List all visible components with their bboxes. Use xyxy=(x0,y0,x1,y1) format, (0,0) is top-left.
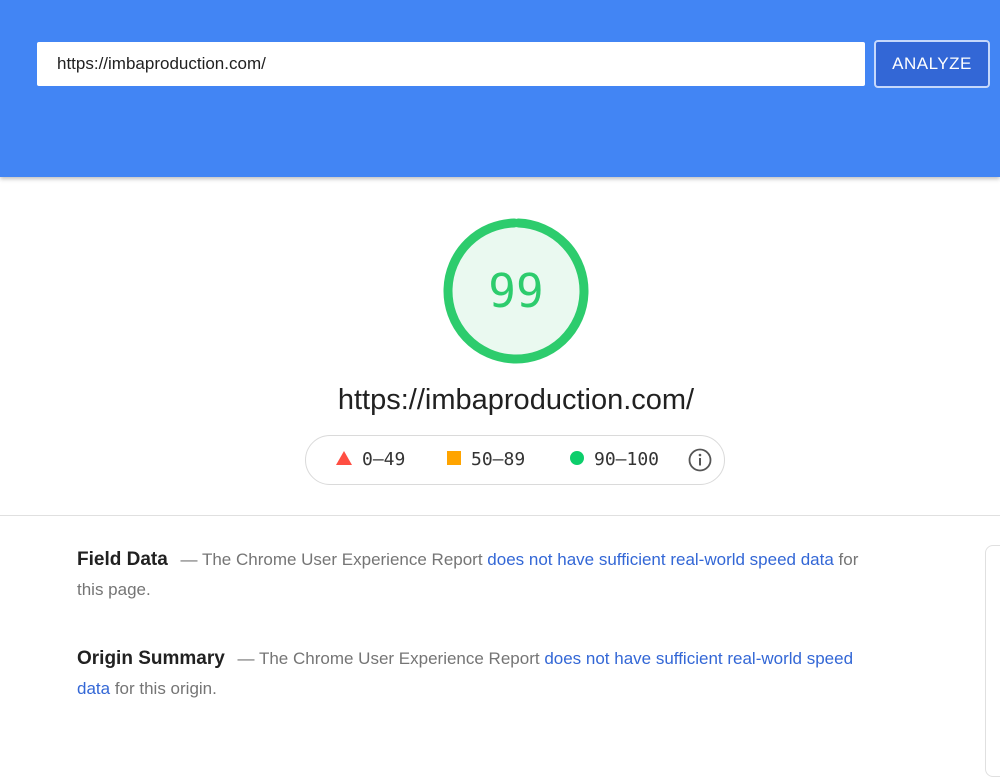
origin-summary-text: — The Chrome User Experience Report xyxy=(232,649,545,668)
legend-item-fail: 0–49 xyxy=(336,436,405,484)
analyze-button[interactable]: ANALYZE xyxy=(874,40,990,88)
url-input[interactable] xyxy=(37,42,865,86)
field-data-section: Field Data — The Chrome User Experience … xyxy=(77,545,877,605)
score-legend: 0–49 50–89 90–100 xyxy=(305,435,725,485)
legend-label-pass: 90–100 xyxy=(594,449,660,470)
score-gauge: 99 xyxy=(440,215,592,367)
legend-item-pass: 90–100 xyxy=(570,436,659,484)
legend-label-average: 50–89 xyxy=(471,449,526,470)
origin-summary-text-end: for this origin. xyxy=(110,679,217,698)
field-data-link[interactable]: does not have sufficient real-world spee… xyxy=(487,550,834,569)
circle-icon xyxy=(570,451,584,465)
square-icon xyxy=(447,451,461,465)
info-icon[interactable] xyxy=(688,448,712,472)
origin-summary-title: Origin Summary xyxy=(77,648,225,669)
side-panel-card xyxy=(985,545,1000,777)
legend-label-fail: 0–49 xyxy=(362,449,406,470)
legend-item-average: 50–89 xyxy=(447,436,525,484)
top-header-bar: ANALYZE xyxy=(0,0,1000,177)
field-data-text: — The Chrome User Experience Report xyxy=(175,550,488,569)
triangle-icon xyxy=(336,451,352,465)
analyzed-url: https://imbaproduction.com/ xyxy=(337,384,695,416)
performance-score: 99 xyxy=(488,264,544,318)
section-divider xyxy=(0,515,1000,516)
origin-summary-section: Origin Summary — The Chrome User Experie… xyxy=(77,644,877,704)
field-data-title: Field Data xyxy=(77,549,168,570)
